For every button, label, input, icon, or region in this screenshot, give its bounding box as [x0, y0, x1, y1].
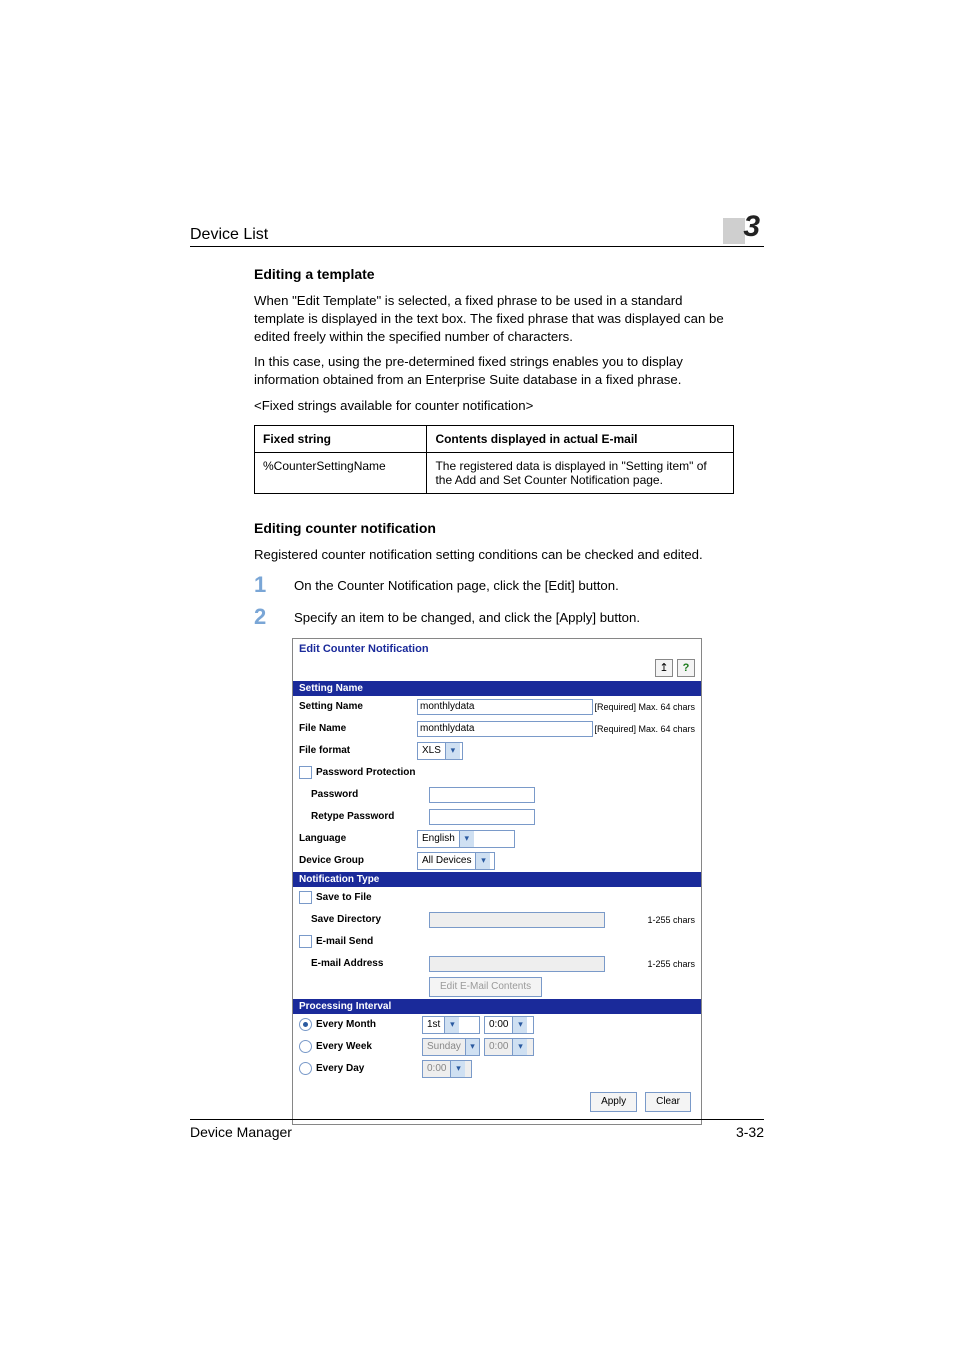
td-fixed-string: %CounterSettingName — [255, 452, 427, 493]
back-icon[interactable]: ↥ — [655, 659, 673, 677]
label-email-send: E-mail Send — [316, 936, 373, 947]
edit-email-contents-button[interactable]: Edit E-Mail Contents — [429, 977, 542, 997]
chevron-down-icon: ▾ — [445, 743, 460, 759]
file-format-select[interactable]: XLS▾ — [417, 742, 463, 760]
chevron-down-icon: ▾ — [465, 1039, 479, 1055]
note-setting-name: [Required] Max. 64 chars — [594, 702, 695, 712]
chevron-down-icon: ▾ — [459, 831, 474, 847]
para: Registered counter notification setting … — [254, 546, 734, 564]
every-day-radio[interactable] — [299, 1062, 312, 1075]
save-directory-input[interactable] — [429, 912, 605, 928]
th-contents: Contents displayed in actual E-mail — [427, 425, 734, 452]
heading-editing-counter-notification: Editing counter notification — [254, 520, 734, 536]
setting-name-input[interactable] — [417, 699, 593, 715]
edit-counter-notification-screenshot: Edit Counter Notification ↥ ? Setting Na… — [292, 638, 702, 1125]
td-contents: The registered data is displayed in "Set… — [427, 452, 734, 493]
label-password-protection: Password Protection — [316, 767, 415, 778]
chapter-number: 3 — [739, 210, 764, 244]
every-day-time-select[interactable]: 0:00▾ — [422, 1060, 472, 1078]
label-password: Password — [299, 789, 429, 800]
step-1-text: On the Counter Notification page, click … — [294, 574, 619, 596]
email-send-checkbox[interactable] — [299, 935, 312, 948]
password-protection-checkbox[interactable] — [299, 766, 312, 779]
every-week-time-select[interactable]: 0:00▾ — [484, 1038, 534, 1056]
label-setting-name: Setting Name — [299, 701, 417, 712]
label-every-day: Every Day — [316, 1063, 422, 1074]
step-number-2: 2 — [254, 606, 294, 628]
para: In this case, using the pre-determined f… — [254, 353, 734, 389]
section-notification-type: Notification Type — [293, 872, 701, 887]
para: <Fixed strings available for counter not… — [254, 397, 734, 415]
label-device-group: Device Group — [299, 855, 417, 866]
password-input[interactable] — [429, 787, 535, 803]
section-setting-name: Setting Name — [293, 681, 701, 696]
retype-password-input[interactable] — [429, 809, 535, 825]
every-month-radio[interactable] — [299, 1018, 312, 1031]
label-every-week: Every Week — [316, 1041, 422, 1052]
chevron-down-icon: ▾ — [475, 853, 490, 869]
every-month-day-select[interactable]: 1st▾ — [422, 1016, 480, 1034]
th-fixed-string: Fixed string — [255, 425, 427, 452]
chevron-down-icon: ▾ — [444, 1017, 459, 1033]
note-email-address: 1-255 chars — [647, 959, 695, 969]
save-to-file-checkbox[interactable] — [299, 891, 312, 904]
running-title: Device List — [190, 226, 268, 244]
note-save-directory: 1-255 chars — [647, 915, 695, 925]
language-select[interactable]: English▾ — [417, 830, 515, 848]
every-week-radio[interactable] — [299, 1040, 312, 1053]
section-processing-interval: Processing Interval — [293, 999, 701, 1014]
every-week-day-select[interactable]: Sunday▾ — [422, 1038, 480, 1056]
footer-page: 3-32 — [736, 1124, 764, 1140]
step-2-text: Specify an item to be changed, and click… — [294, 606, 640, 628]
step-number-1: 1 — [254, 574, 294, 596]
label-save-directory: Save Directory — [299, 914, 429, 925]
label-file-format: File format — [299, 745, 417, 756]
heading-editing-template: Editing a template — [254, 266, 734, 282]
chevron-down-icon: ▾ — [450, 1061, 465, 1077]
footer-product: Device Manager — [190, 1124, 292, 1140]
device-group-select[interactable]: All Devices▾ — [417, 852, 495, 870]
chevron-down-icon: ▾ — [512, 1039, 527, 1055]
chapter-badge: 3 — [723, 210, 764, 244]
chevron-down-icon: ▾ — [512, 1017, 527, 1033]
label-language: Language — [299, 833, 417, 844]
app-title: Edit Counter Notification — [293, 639, 701, 659]
clear-button[interactable]: Clear — [645, 1092, 691, 1112]
file-name-input[interactable] — [417, 721, 593, 737]
label-file-name: File Name — [299, 723, 417, 734]
email-address-input[interactable] — [429, 956, 605, 972]
help-icon[interactable]: ? — [677, 659, 695, 677]
note-file-name: [Required] Max. 64 chars — [594, 724, 695, 734]
fixed-strings-table: Fixed string Contents displayed in actua… — [254, 425, 734, 494]
apply-button[interactable]: Apply — [590, 1092, 637, 1112]
label-every-month: Every Month — [316, 1019, 422, 1030]
label-save-to-file: Save to File — [316, 892, 372, 903]
label-email-address: E-mail Address — [299, 958, 429, 969]
para: When "Edit Template" is selected, a fixe… — [254, 292, 734, 345]
label-retype-password: Retype Password — [299, 811, 429, 822]
every-month-time-select[interactable]: 0:00▾ — [484, 1016, 534, 1034]
